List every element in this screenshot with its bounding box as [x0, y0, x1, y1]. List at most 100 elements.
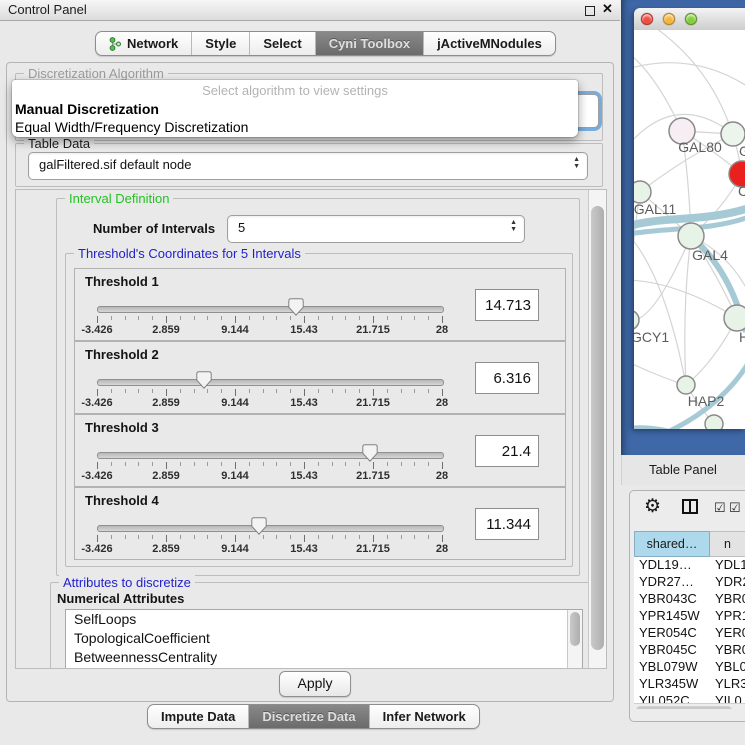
column-header-shared-name[interactable]: shared…	[634, 531, 710, 557]
network-edge[interactable]	[685, 236, 691, 385]
tick-label: 15.43	[290, 324, 318, 336]
settings-scrollbar[interactable]	[588, 190, 606, 668]
table-row[interactable]: YBR043CYBR0	[634, 591, 745, 608]
tab-label: Infer Network	[383, 709, 466, 724]
slider-thumb[interactable]	[251, 517, 267, 535]
table-row[interactable]: YBR045CYBR0	[634, 642, 745, 659]
tick-mark	[387, 462, 388, 466]
threshold-label: Threshold 1	[85, 274, 159, 289]
network-node-hap2[interactable]	[677, 376, 695, 394]
table-data-groupbox: Table Data galFiltered.sif default node …	[15, 143, 603, 187]
popup-option-manual-discretization[interactable]: Manual Discretization	[15, 101, 159, 117]
cell-name: YBR0	[711, 591, 745, 608]
network-edge[interactable]	[634, 50, 682, 131]
table-row[interactable]: YDR27…YDR2	[634, 574, 745, 591]
tab-style[interactable]: Style	[191, 32, 249, 55]
checkbox-column-icon[interactable]: ☑	[714, 500, 726, 516]
list-item[interactable]: TopologicalCoefficient	[66, 629, 582, 648]
node-label: C	[738, 183, 745, 199]
tick-mark	[401, 316, 402, 320]
combo-stepper-icon: ▲▼	[510, 219, 517, 233]
threshold-value-field[interactable]: 21.4	[475, 435, 539, 467]
network-window-titlebar[interactable]	[634, 8, 745, 31]
float-panel-icon[interactable]	[585, 6, 595, 16]
tick-mark	[125, 535, 126, 539]
control-panel-titlebar: Control Panel ✕	[0, 0, 620, 21]
tick-mark	[401, 462, 402, 466]
table-scrollbar-thumb[interactable]	[636, 706, 732, 709]
slider-thumb[interactable]	[196, 371, 212, 389]
list-item[interactable]: SelfLoops	[66, 610, 582, 629]
tab-infer-network[interactable]: Infer Network	[369, 705, 479, 728]
table-row[interactable]: YER054CYER0	[634, 625, 745, 642]
table-row[interactable]: YDL19…YDL1	[634, 557, 745, 574]
numerical-attributes-list[interactable]: SelfLoopsTopologicalCoefficientBetweenne…	[65, 609, 583, 669]
tab-label: jActiveMNodules	[437, 36, 542, 51]
apply-button[interactable]: Apply	[279, 671, 351, 697]
bottom-tab-bar: Impute Data Discretize Data Infer Network	[147, 704, 480, 729]
tick-mark	[332, 389, 333, 393]
popup-option-equal-width-frequency[interactable]: Equal Width/Frequency Discretization	[15, 119, 248, 135]
slider-track[interactable]	[97, 306, 444, 313]
list-scrollbar-thumb[interactable]	[570, 612, 580, 646]
table-horizontal-scrollbar[interactable]	[634, 703, 745, 709]
tick-mark	[359, 462, 360, 466]
minimize-traffic-light[interactable]	[663, 13, 675, 25]
tab-label: Impute Data	[161, 709, 235, 724]
slider-thumb[interactable]	[288, 298, 304, 316]
number-of-intervals-combo[interactable]: 5 ▲▼	[227, 215, 525, 243]
list-item[interactable]: BetweennessCentrality	[66, 648, 582, 667]
table-rows: YDL19…YDL1YDR27…YDR2YBR043CYBR0YPR145WYP…	[634, 557, 745, 703]
threshold-label: Threshold 3	[85, 420, 159, 435]
close-traffic-light[interactable]	[641, 13, 653, 25]
tab-impute-data[interactable]: Impute Data	[148, 705, 248, 728]
slider-track[interactable]	[97, 452, 444, 459]
close-icon[interactable]: ✕	[602, 1, 613, 17]
settings-scrollbar-thumb[interactable]	[591, 206, 604, 650]
threshold-value-field[interactable]: 14.713	[475, 289, 539, 321]
tab-cyni-toolbox[interactable]: Cyni Toolbox	[315, 32, 423, 55]
tick-label: 2.859	[152, 397, 180, 409]
threshold-panel: Threshold 1-3.4262.8599.14415.4321.71528…	[74, 268, 566, 341]
cell-shared-name: YBL079W	[634, 659, 711, 676]
list-scrollbar[interactable]	[567, 610, 582, 668]
split-columns-icon[interactable]	[682, 499, 698, 514]
table-row[interactable]: YLR345WYLR3	[634, 676, 745, 693]
network-node-h[interactable]	[724, 305, 745, 331]
zoom-traffic-light[interactable]	[685, 13, 697, 25]
tab-jactivemnodules[interactable]: jActiveMNodules	[423, 32, 555, 55]
tick-mark	[359, 535, 360, 539]
table-row[interactable]: YPR145WYPR1	[634, 608, 745, 625]
tick-mark	[166, 389, 167, 396]
tab-select[interactable]: Select	[249, 32, 314, 55]
cyni-toolbox-panel: Discretization Algorithm Table Data galF…	[6, 62, 614, 702]
network-node-gcy1[interactable]	[634, 310, 639, 330]
slider-track[interactable]	[97, 525, 444, 532]
tick-mark	[276, 462, 277, 466]
network-graph[interactable]: GAL80GCGAL11GAL4GCY1HHAP2	[634, 30, 745, 429]
tick-mark	[276, 389, 277, 393]
network-canvas[interactable]: GAL80GCGAL11GAL4GCY1HHAP2	[634, 30, 745, 429]
network-node-gal11[interactable]	[634, 181, 651, 203]
gear-icon[interactable]: ⚙	[644, 495, 661, 518]
algorithm-group-title: Discretization Algorithm	[24, 66, 168, 81]
threshold-value-field[interactable]: 6.316	[475, 362, 539, 394]
tick-mark	[359, 389, 360, 393]
column-header-name[interactable]: n	[710, 531, 745, 557]
network-node-gal4[interactable]	[678, 223, 704, 249]
table-row[interactable]: YBL079WYBL0	[634, 659, 745, 676]
table-data-combo[interactable]: galFiltered.sif default node ▲▼	[28, 152, 588, 180]
table-row[interactable]: YIL052CYIL0	[634, 693, 745, 703]
network-node[interactable]	[705, 415, 723, 429]
slider-track[interactable]	[97, 379, 444, 386]
threshold-value-field[interactable]: 11.344	[475, 508, 539, 540]
tick-mark	[263, 389, 264, 393]
network-edge[interactable]	[634, 230, 686, 385]
checkbox-column-icon[interactable]: ☑	[729, 500, 741, 516]
tick-mark	[290, 462, 291, 466]
network-edge[interactable]	[634, 236, 691, 320]
tab-network[interactable]: Network	[96, 32, 191, 55]
tab-discretize-data[interactable]: Discretize Data	[248, 705, 368, 728]
slider-thumb[interactable]	[362, 444, 378, 462]
tick-mark	[97, 316, 98, 323]
